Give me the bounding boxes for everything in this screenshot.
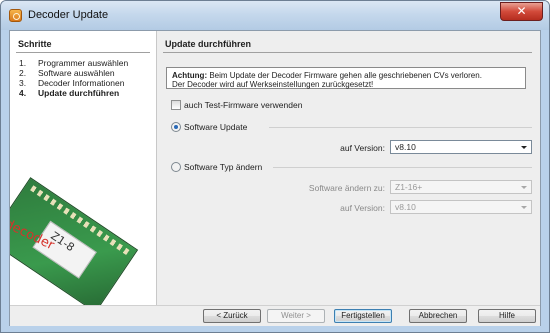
steps-pane: Schritte 1. Programmer auswählen 2. Softwa… bbox=[10, 31, 157, 305]
update-pane: Update durchführen Achtung: Beim Update … bbox=[157, 31, 540, 305]
next-button[interactable]: Weiter > bbox=[267, 309, 325, 323]
decoder-board-image: Z1-8 decoder bbox=[10, 177, 139, 305]
step-number: 4. bbox=[19, 88, 27, 98]
warning-box: Achtung: Beim Update der Decoder Firmwar… bbox=[166, 67, 526, 89]
update-heading: Update durchführen bbox=[165, 39, 252, 49]
step-item: 3. Decoder Informationen bbox=[19, 78, 128, 88]
software-update-separator bbox=[269, 127, 532, 128]
wizard-body: Schritte 1. Programmer auswählen 2. Softwa… bbox=[9, 30, 541, 326]
change-to-label: Software ändern zu: bbox=[308, 183, 385, 193]
cancel-button[interactable]: Abbrechen bbox=[409, 309, 467, 323]
step-item: 1. Programmer auswählen bbox=[19, 58, 128, 68]
finish-button[interactable]: Fertigstellen bbox=[334, 309, 392, 323]
app-icon bbox=[9, 9, 22, 22]
steps-list: 1. Programmer auswählen 2. Software auswäh… bbox=[19, 58, 128, 98]
step-label: Programmer auswählen bbox=[38, 58, 129, 68]
step-number: 1. bbox=[19, 58, 27, 68]
step-label: Decoder Informationen bbox=[38, 78, 125, 88]
version-value: v8.10 bbox=[395, 142, 416, 152]
warning-text-line1: Beim Update der Decoder Firmware gehen a… bbox=[207, 71, 482, 80]
close-button[interactable]: ✕ bbox=[500, 2, 543, 21]
test-firmware-label[interactable]: auch Test-Firmware verwenden bbox=[184, 100, 302, 110]
wizard-button-bar: < Zurück Weiter > Fertigstellen Abbreche… bbox=[10, 305, 540, 326]
change-type-radio[interactable] bbox=[171, 161, 181, 172]
change-type-label[interactable]: Software Typ ändern bbox=[184, 162, 262, 172]
warning-text-line2: Der Decoder wird auf Werkseinstellungen … bbox=[172, 80, 374, 89]
warning-bold: Achtung: bbox=[172, 71, 208, 80]
change-version-value: v8.10 bbox=[395, 202, 416, 212]
help-button[interactable]: Hilfe bbox=[478, 309, 536, 323]
back-button[interactable]: < Zurück bbox=[203, 309, 261, 323]
software-update-option[interactable]: Software Update bbox=[171, 121, 247, 132]
chevron-down-icon[interactable] bbox=[521, 206, 527, 209]
decoder-update-window: Decoder Update ✕ Schritte 1. Programmer a… bbox=[0, 0, 550, 333]
steps-divider bbox=[16, 52, 150, 53]
change-type-option[interactable]: Software Typ ändern bbox=[171, 161, 262, 172]
version-label: auf Version: bbox=[340, 143, 385, 153]
step-number: 2. bbox=[19, 68, 27, 78]
change-to-value: Z1-16+ bbox=[395, 182, 423, 192]
step-item: 2. Software auswählen bbox=[19, 68, 128, 78]
chevron-down-icon[interactable] bbox=[521, 186, 527, 189]
step-label: Software auswählen bbox=[38, 68, 115, 78]
update-divider bbox=[163, 52, 532, 53]
change-type-separator bbox=[273, 167, 532, 168]
steps-heading: Schritte bbox=[18, 39, 52, 49]
step-number: 3. bbox=[19, 78, 27, 88]
change-version-select[interactable]: v8.10 bbox=[390, 200, 532, 214]
chevron-down-icon[interactable] bbox=[521, 146, 527, 149]
step-item-active: 4. Update durchführen bbox=[19, 88, 128, 98]
software-update-radio[interactable] bbox=[171, 121, 181, 132]
test-firmware-option[interactable]: auch Test-Firmware verwenden bbox=[171, 99, 302, 110]
version-select[interactable]: v8.10 bbox=[390, 140, 532, 154]
step-label: Update durchführen bbox=[38, 88, 120, 98]
change-version-label: auf Version: bbox=[340, 203, 385, 213]
software-update-label[interactable]: Software Update bbox=[184, 122, 247, 132]
window-title: Decoder Update bbox=[28, 9, 109, 21]
test-firmware-checkbox[interactable] bbox=[171, 99, 181, 110]
title-bar[interactable]: Decoder Update ✕ bbox=[1, 1, 549, 30]
change-to-select[interactable]: Z1-16+ bbox=[390, 180, 532, 194]
